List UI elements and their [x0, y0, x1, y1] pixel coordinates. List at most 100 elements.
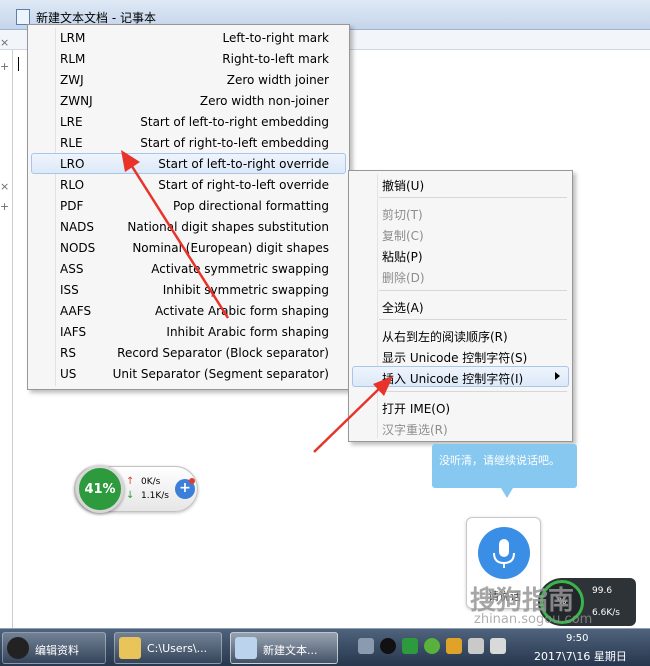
submenu-item-us[interactable]: US Unit Separator (Segment separator)	[31, 363, 346, 384]
menu-label: 从右到左的阅读顺序(R)	[382, 330, 508, 344]
voice-hint-bubble: 没听清，请继续说话吧。	[432, 444, 577, 498]
tray-app-icon[interactable]	[446, 638, 462, 654]
menu-item-copy[interactable]: 复制(C)	[352, 223, 569, 244]
notepad-icon	[16, 9, 30, 25]
submenu-item-lro[interactable]: LRO Start of left-to-right override	[31, 153, 346, 174]
bubble-tail	[501, 488, 513, 498]
item-name: Zero width non-joiner	[199, 94, 329, 108]
menu-separator	[379, 319, 567, 320]
menu-item-rtl-reading-order[interactable]: 从右到左的阅读顺序(R)	[352, 324, 569, 345]
submenu-item-pdf[interactable]: PDF Pop directional formatting	[31, 195, 346, 216]
submenu-item-lrm[interactable]: LRM Left-to-right mark	[31, 27, 346, 48]
item-name: Inhibit symmetric swapping	[162, 283, 329, 297]
item-code: IAFS	[60, 325, 87, 339]
speed-upload: 99.6	[592, 586, 613, 596]
tray-device-icon[interactable]	[358, 638, 374, 654]
menu-label: 复制(C)	[382, 229, 424, 243]
item-name: Activate Arabic form shaping	[154, 304, 329, 318]
network-speed-widget[interactable]: 41% ↑ 0K/s ↓ 1.1K/s +	[74, 465, 198, 513]
item-code: LRM	[60, 31, 86, 45]
menu-item-cut[interactable]: 剪切(T)	[352, 202, 569, 223]
speed-download: 6.6K/s	[592, 608, 620, 618]
microphone-icon	[478, 527, 530, 579]
taskbar-item-qq-profile[interactable]: 编辑资料	[2, 632, 106, 664]
submenu-item-lre[interactable]: LRE Start of left-to-right embedding	[31, 111, 346, 132]
watermark-url: zhinan.sogou.com	[474, 612, 593, 627]
tray-network-icon[interactable]	[468, 638, 484, 654]
item-code: PDF	[60, 199, 84, 213]
submenu-item-iss[interactable]: ISS Inhibit symmetric swapping	[31, 279, 346, 300]
menu-item-select-all[interactable]: 全选(A)	[352, 295, 569, 316]
item-name: Start of left-to-right override	[158, 157, 329, 171]
menu-label: 插入 Unicode 控制字符(I)	[382, 372, 524, 386]
download-arrow-icon: ↓	[126, 490, 135, 501]
folder-icon	[119, 637, 141, 659]
menu-item-undo[interactable]: 撤销(U)	[352, 173, 569, 194]
tray-plus-icon[interactable]	[424, 638, 440, 654]
item-code: RS	[60, 346, 76, 360]
voice-hint-text: 没听清，请继续说话吧。	[439, 454, 560, 467]
taskbar-label: 新建文本...	[263, 644, 318, 657]
item-code: LRE	[60, 115, 83, 129]
network-usage-ring: 41%	[76, 465, 124, 513]
menu-label: 粘贴(P)	[382, 250, 423, 264]
item-name: Nominal (European) digit shapes	[132, 241, 329, 255]
menu-item-show-unicode[interactable]: 显示 Unicode 控制字符(S)	[352, 345, 569, 366]
notepad-icon	[235, 637, 257, 659]
clock-time[interactable]: 9:50	[566, 633, 588, 644]
menu-item-insert-unicode[interactable]: 插入 Unicode 控制字符(I)	[352, 366, 569, 387]
qq-penguin-icon	[7, 637, 29, 659]
submenu-item-aafs[interactable]: AAFS Activate Arabic form shaping	[31, 300, 346, 321]
submenu-item-rlo[interactable]: RLO Start of right-to-left override	[31, 174, 346, 195]
side-plus-icon-2: +	[0, 200, 10, 213]
submenu-item-zwj[interactable]: ZWJ Zero width joiner	[31, 69, 346, 90]
side-close-icon: ×	[0, 36, 10, 49]
menu-label: 显示 Unicode 控制字符(S)	[382, 351, 528, 365]
network-usage-percent: 41%	[84, 482, 116, 497]
submenu-item-nads[interactable]: NADS National digit shapes substitution	[31, 216, 346, 237]
item-code: RLE	[60, 136, 83, 150]
submenu-item-nods[interactable]: NODS Nominal (European) digit shapes	[31, 237, 346, 258]
item-code: RLM	[60, 52, 86, 66]
item-name: Start of right-to-left override	[158, 178, 329, 192]
menu-label: 打开 IME(O)	[382, 402, 451, 416]
menu-item-delete[interactable]: 删除(D)	[352, 265, 569, 286]
menu-item-reconversion[interactable]: 汉字重选(R)	[352, 417, 569, 438]
submenu-item-zwnj[interactable]: ZWNJ Zero width non-joiner	[31, 90, 346, 111]
submenu-item-rle[interactable]: RLE Start of right-to-left embedding	[31, 132, 346, 153]
menu-item-paste[interactable]: 粘贴(P)	[352, 244, 569, 265]
tray-volume-icon[interactable]	[490, 638, 506, 654]
submenu-item-rlm[interactable]: RLM Right-to-left mark	[31, 48, 346, 69]
item-name: Left-to-right mark	[222, 31, 329, 45]
item-name: National digit shapes substitution	[127, 220, 329, 234]
item-code: ZWJ	[60, 73, 84, 87]
upload-speed: 0K/s	[141, 477, 161, 487]
taskbar-item-notepad[interactable]: 新建文本...	[230, 632, 338, 664]
clock-date[interactable]: 2017\7\16 星期日	[534, 648, 627, 664]
item-code: NADS	[60, 220, 95, 234]
item-name: Pop directional formatting	[173, 199, 329, 213]
side-plus-icon: +	[0, 60, 10, 73]
item-code: ZWNJ	[60, 94, 93, 108]
side-close-icon-2: ×	[0, 180, 10, 193]
menu-label: 汉字重选(R)	[382, 423, 448, 437]
submenu-item-rs[interactable]: RS Record Separator (Block separator)	[31, 342, 346, 363]
tray-qq-icon[interactable]	[380, 638, 396, 654]
upload-arrow-icon: ↑	[126, 476, 135, 487]
taskbar-label: C:\Users\...	[147, 642, 208, 655]
item-name: Start of right-to-left embedding	[140, 136, 329, 150]
taskbar-item-explorer[interactable]: C:\Users\...	[114, 632, 222, 664]
tray-security-shield-icon[interactable]	[402, 638, 418, 654]
item-code: ASS	[60, 262, 84, 276]
submenu-item-ass[interactable]: ASS Activate symmetric swapping	[31, 258, 346, 279]
menu-separator	[379, 197, 567, 198]
submenu-item-iafs[interactable]: IAFS Inhibit Arabic form shaping	[31, 321, 346, 342]
text-caret	[18, 57, 19, 71]
item-name: Unit Separator (Segment separator)	[112, 367, 329, 381]
item-code: LRO	[60, 157, 85, 171]
menu-label: 撤销(U)	[382, 179, 425, 193]
menu-item-open-ime[interactable]: 打开 IME(O)	[352, 396, 569, 417]
item-name: Activate symmetric swapping	[151, 262, 329, 276]
item-name: Record Separator (Block separator)	[117, 346, 329, 360]
item-code: US	[60, 367, 77, 381]
